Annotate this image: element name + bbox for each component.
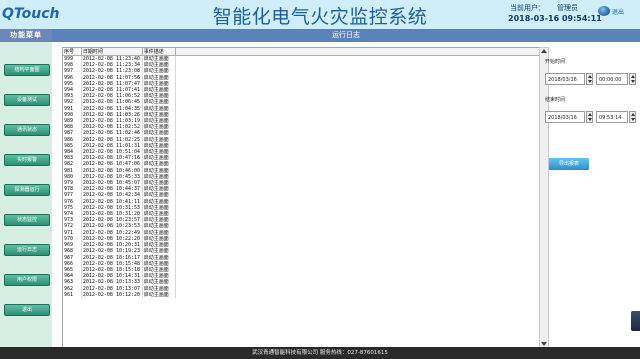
column-header-event: 事件描述 [142, 48, 176, 56]
row-datetime: 2012-02-08 10:47:06 [81, 161, 143, 168]
row-datetime: 2012-02-08 10:13:07 [81, 285, 143, 292]
row-datetime: 2012-02-08 10:19:23 [81, 248, 143, 255]
app-title: 智能化电气火灾监控系统 [212, 6, 428, 28]
company-logo: QTouch [2, 6, 60, 22]
sidebar-item-structure-plan[interactable]: 结构平面图 [4, 64, 50, 76]
row-datetime: 2012-02-08 10:46:00 [81, 167, 143, 174]
row-blank [175, 55, 540, 63]
end-time-label: 结束时间 [545, 97, 566, 103]
scroll-up-icon[interactable] [541, 49, 547, 53]
sidebar-item-exit[interactable]: 退出 [4, 304, 50, 316]
scroll-down-icon[interactable] [541, 342, 547, 346]
sidebar-item-realtime-alarm[interactable]: 实时报警 [4, 154, 50, 166]
current-user-label: 当前用户： [510, 4, 545, 12]
main-content: 序号 日期时间 事件描述 999 2012-02-08 11:23:40 启动主画面… [52, 42, 640, 348]
table-header-row: 序号 日期时间 事件描述 [63, 48, 540, 56]
table-row[interactable]: 961 2012-02-08 10:12:20 启动主画面 [63, 291, 540, 298]
end-time-field[interactable]: 09:53:14 [596, 111, 628, 123]
export-report-button[interactable]: 导出报表 [549, 158, 589, 170]
start-time-field[interactable]: 00:00:00 [596, 73, 628, 85]
sidebar-item-detector-run[interactable]: 探测器运行 [4, 184, 50, 196]
sidebar-item-device-test[interactable]: 设备测试 [4, 94, 50, 106]
sidebar-title: 功能菜单 [0, 29, 52, 42]
row-datetime: 2012-02-08 11:02:46 [81, 130, 143, 137]
row-datetime: 2012-02-08 10:41:11 [81, 198, 143, 205]
row-index: 961 [63, 291, 82, 298]
row-datetime: 2012-02-08 10:15:48 [81, 260, 143, 267]
start-date-field[interactable]: 2018/03/16 [545, 73, 585, 85]
sidebar-item-user-permission[interactable]: 用户权限 [4, 274, 50, 286]
row-datetime: 2012-02-08 10:13:33 [81, 279, 143, 286]
column-header-index: 序号 [63, 48, 82, 56]
current-user-value: 管理员 [557, 4, 578, 12]
logout-icon [598, 6, 610, 16]
row-datetime: 2012-02-08 11:07:56 [81, 74, 143, 81]
log-table-body: 999 2012-02-08 11:23:40 启动主画面 998 2012-02-08… [63, 55, 540, 298]
row-datetime: 2012-02-08 10:23:53 [81, 223, 143, 230]
column-header-blank [175, 48, 540, 56]
row-event: 启动主画面 [142, 291, 176, 298]
footer-info: 武汉青通智能科技有限公司 服务热线：027-87601615 [0, 347, 640, 359]
sidebar-item-run-log[interactable]: 运行日志 [4, 244, 50, 256]
column-header-datetime: 日期时间 [81, 48, 143, 56]
row-datetime: 2012-02-08 10:42:34 [81, 192, 143, 199]
row-datetime: 2012-02-08 10:16:17 [81, 254, 143, 261]
start-date-spinner[interactable] [586, 73, 593, 85]
row-datetime: 2012-02-08 11:04:35 [81, 105, 143, 112]
row-datetime: 2012-02-08 11:02:25 [81, 136, 143, 143]
section-title: 运行日志 [52, 29, 640, 42]
sidebar-item-comm-status[interactable]: 通讯状态 [4, 124, 50, 136]
table-scrollbar[interactable] [539, 47, 549, 348]
end-time-spinner[interactable] [629, 111, 636, 123]
row-index: 999 [63, 55, 82, 63]
log-table-container[interactable]: 序号 日期时间 事件描述 999 2012-02-08 11:23:40 启动主画面… [62, 47, 541, 348]
log-table: 序号 日期时间 事件描述 999 2012-02-08 11:23:40 启动主画面… [63, 48, 540, 298]
start-time-spinner[interactable] [629, 73, 636, 85]
row-datetime: 2012-02-08 10:12:20 [81, 291, 143, 298]
logout-label: 退出 [612, 8, 625, 16]
side-drawer-handle[interactable] [631, 311, 640, 331]
current-datetime: 2018-03-16 09:54:11 [508, 14, 602, 23]
end-date-field[interactable]: 2018/03/16 [545, 111, 585, 123]
row-blank [175, 291, 540, 298]
sidebar-item-status-monitor[interactable]: 状态监控 [4, 214, 50, 226]
sidebar: 功能菜单 结构平面图 设备测试 通讯状态 实时报警 探测器运行 状态监控 运行日… [0, 29, 52, 359]
table-row[interactable]: 999 2012-02-08 11:23:40 启动主画面 [63, 55, 540, 63]
row-datetime: 2012-02-08 11:06:45 [81, 99, 143, 106]
end-date-spinner[interactable] [586, 111, 593, 123]
row-datetime: 2012-02-08 11:23:40 [81, 55, 143, 63]
start-time-label: 开始时间 [545, 59, 566, 65]
top-header: QTouch 智能化电气火灾监控系统 当前用户： 管理员 2018-03-16 … [0, 0, 640, 29]
logout-button[interactable]: 退出 [598, 6, 624, 16]
row-datetime: 2012-02-08 11:23:08 [81, 68, 143, 75]
row-datetime: 2012-02-08 10:22:49 [81, 229, 143, 236]
